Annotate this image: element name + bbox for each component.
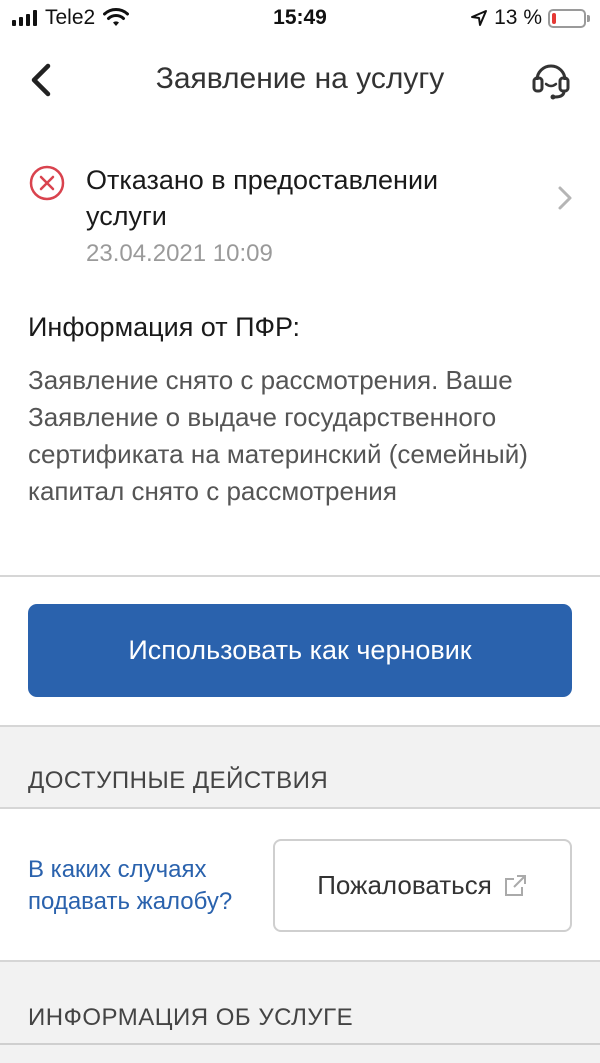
headset-icon [532,64,570,100]
status-bar: Tele2 15:49 13 % [0,0,600,38]
status-icon-wrapper [28,164,66,202]
battery-percent: 13 % [494,6,542,29]
status-date: 23.04.2021 10:09 [86,240,273,267]
chevron-right-icon [558,186,572,210]
status-right: 13 % [470,6,590,30]
use-as-draft-button[interactable]: Использовать как черновик [28,604,572,697]
page-title: Заявление на услугу [155,62,445,95]
error-circle-icon [29,165,65,201]
application-status-row[interactable]: Отказано в предоставлении услуги 23.04.2… [0,162,600,274]
bottom-divider [0,1043,600,1045]
service-info-section-header: ИНФОРМАЦИЯ ОБ УСЛУГЕ [0,960,600,1063]
location-arrow-icon [471,10,488,26]
complain-button[interactable]: Пожаловаться [273,839,572,932]
divider [0,575,600,577]
complain-button-label: Пожаловаться [317,870,492,900]
chevron-right-wrapper [554,184,576,212]
service-info-header-label: ИНФОРМАЦИЯ ОБ УСЛУГЕ [28,1004,354,1031]
actions-header-label: ДОСТУПНЫЕ ДЕЙСТВИЯ [28,767,329,794]
actions-section-header: ДОСТУПНЫЕ ДЕЙСТВИЯ [0,725,600,809]
battery-level-fill [552,12,556,24]
info-title: Информация от ПФР: [28,312,300,342]
info-text: Заявление снято с рассмотрения. Ваше Зая… [28,365,528,506]
battery-icon [548,8,590,28]
nav-bar: Заявление на услугу [0,42,600,118]
support-button[interactable] [528,56,574,102]
complaint-cases-link[interactable]: В каких случаях подавать жалобу? [28,854,263,918]
external-link-icon [504,874,526,896]
status-title: Отказано в предоставлении услуги [86,165,439,231]
